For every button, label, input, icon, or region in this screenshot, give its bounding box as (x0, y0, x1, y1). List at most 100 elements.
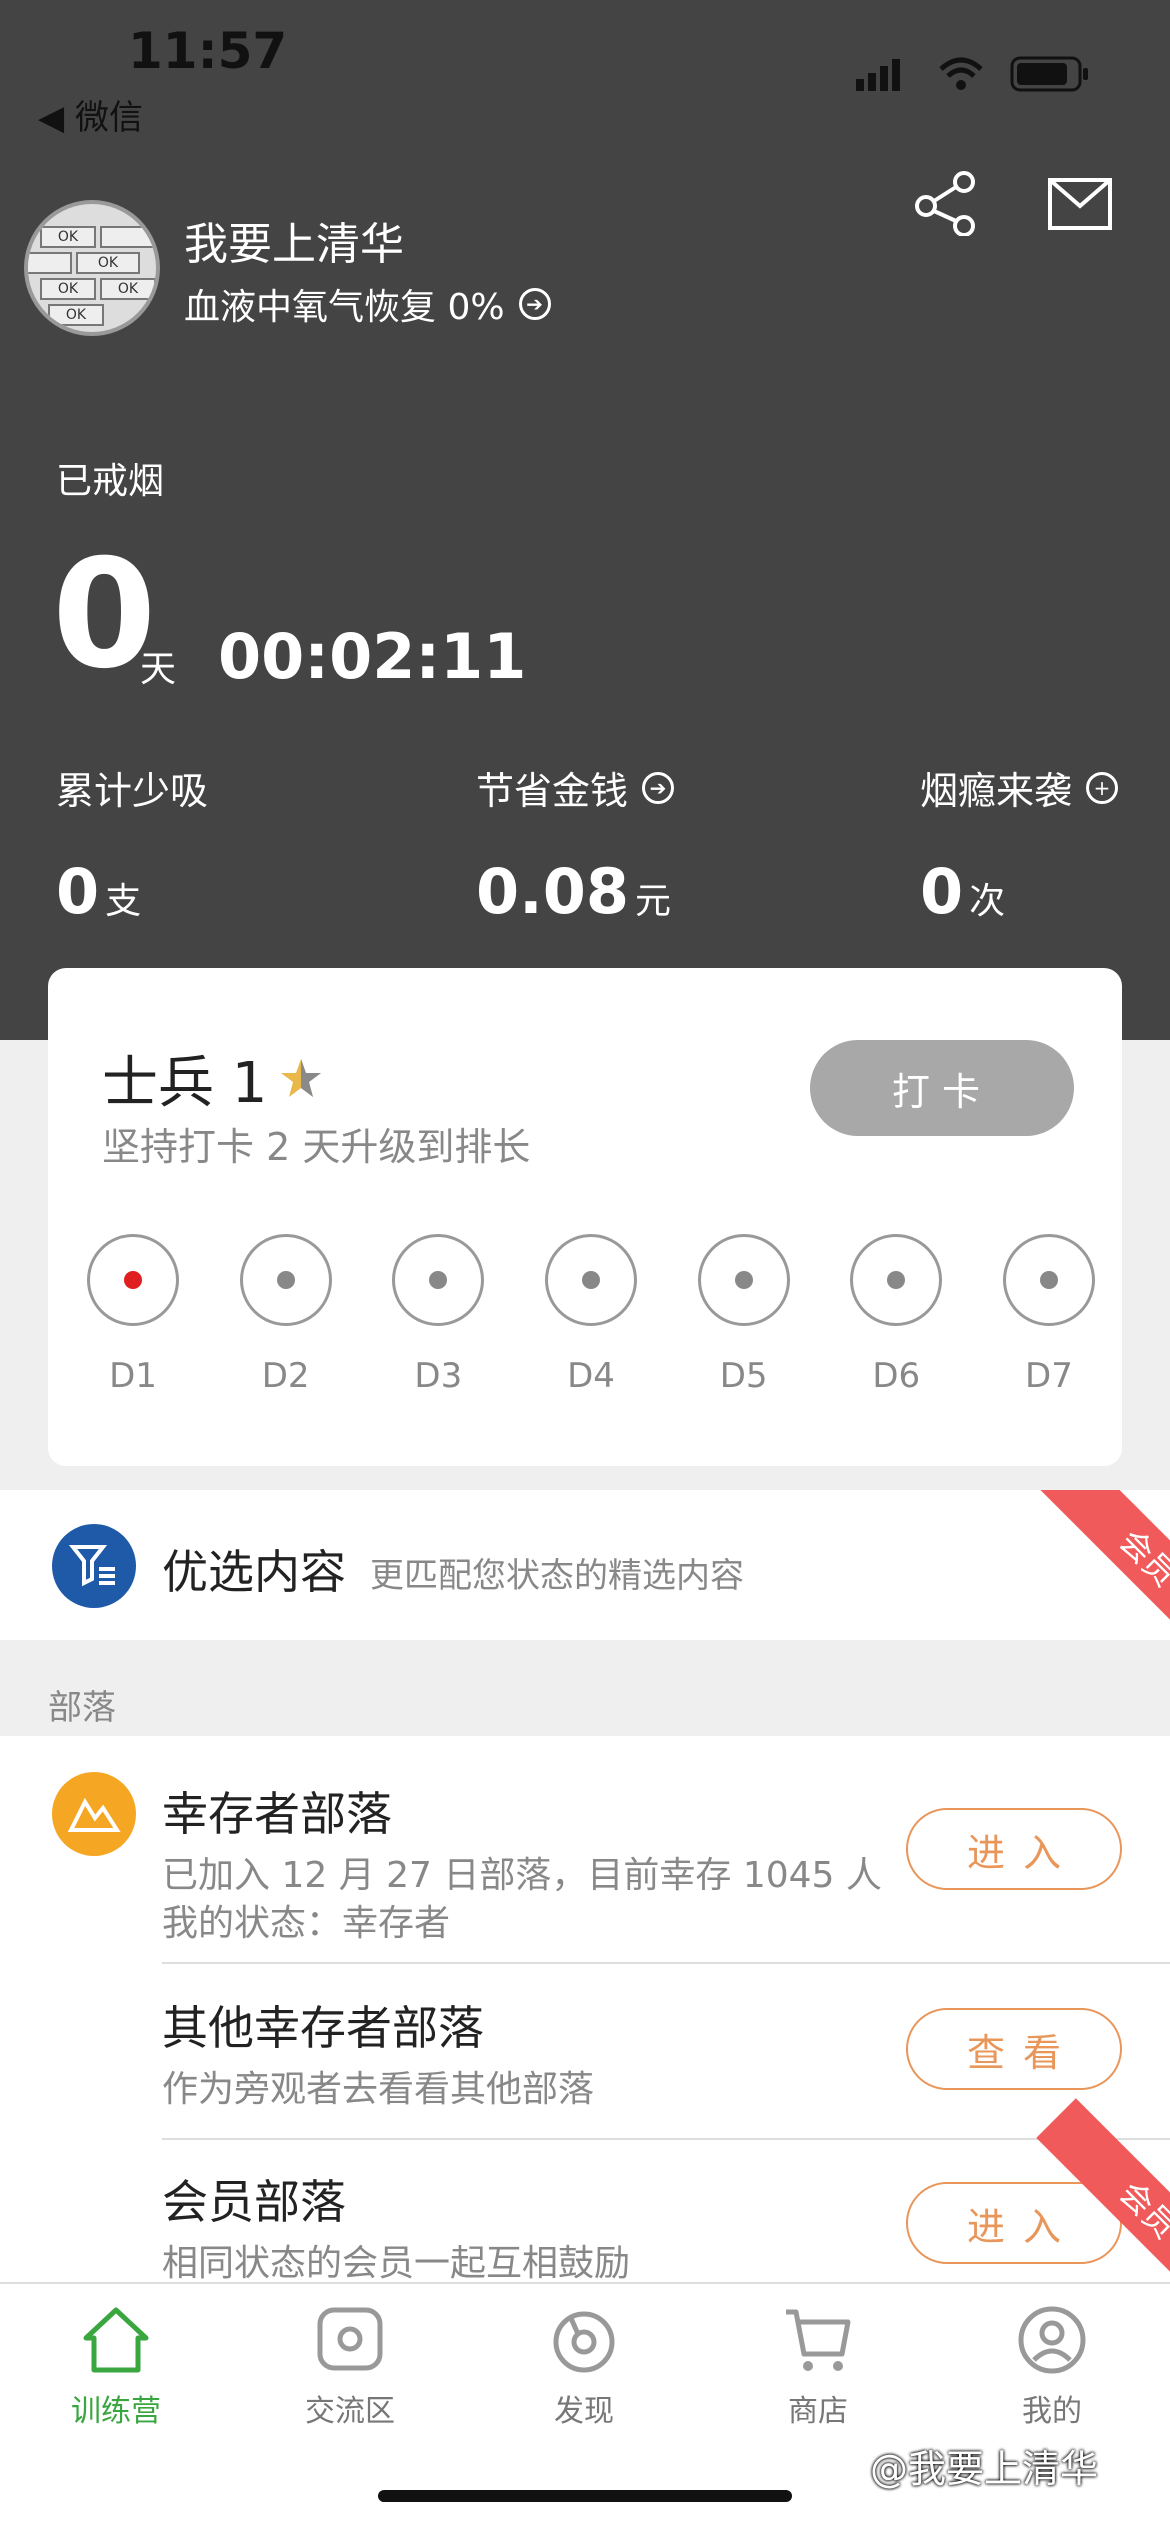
arrow-right-icon: ➔ (642, 771, 675, 804)
day-item: D5 (697, 1234, 791, 1396)
dot-icon (734, 1271, 753, 1289)
day-label: D4 (567, 1356, 615, 1396)
tab-store[interactable]: 商店 (728, 2304, 908, 2430)
quit-label: 已戒烟 (56, 461, 165, 502)
dot-icon (429, 1271, 448, 1289)
dot-icon (581, 1271, 600, 1289)
nickname: 我要上清华 (184, 219, 404, 270)
rank-title: 士兵 1 (102, 1038, 323, 1119)
day-item: D3 (391, 1234, 485, 1396)
status-icons (856, 56, 1090, 92)
day-label: D5 (719, 1356, 768, 1396)
rank-subtitle: 坚持打卡 2 天升级到排长 (102, 1125, 531, 1169)
member-badge: 会员 (1036, 1490, 1170, 1640)
checkin-button[interactable]: 打卡 (810, 1040, 1074, 1136)
avatar[interactable]: OK OK OK OK OK (24, 200, 160, 336)
oxygen-recovery-link[interactable]: 血液中氧气恢复 0% ➔ (184, 278, 551, 330)
stat-value: 0 (56, 855, 100, 928)
day-item: D4 (544, 1234, 638, 1396)
stat-label: 节省金钱 (476, 769, 629, 813)
featured-content-row[interactable]: 优选内容 更匹配您状态的精选内容 会员 (0, 1490, 1170, 1640)
oxygen-text: 血液中氧气恢复 0% (184, 287, 505, 328)
day-label: D6 (872, 1356, 921, 1396)
filter-icon (52, 1524, 136, 1608)
day-circle (87, 1234, 179, 1326)
dot-icon (276, 1271, 295, 1289)
day-item: D1 (86, 1234, 180, 1396)
cart-icon (786, 2309, 851, 2371)
rank-name: 士兵 1 (102, 1051, 268, 1116)
plus-icon[interactable]: + (1086, 771, 1119, 804)
battery-icon (1010, 56, 1088, 92)
rank-card: 士兵 1 坚持打卡 2 天升级到排长 打卡 D1 D2 D3 D4 D5 D6 … (48, 968, 1122, 1466)
day-circle (697, 1234, 790, 1326)
divider (162, 2138, 1170, 2140)
tab-label: 训练营 (71, 2394, 161, 2429)
quit-timer: 00:02:11 (218, 620, 527, 693)
mountain-icon (52, 1772, 136, 1856)
day-circle (544, 1234, 637, 1326)
tribe-section-header: 部落 (48, 1688, 116, 1728)
enter-member-tribe-button[interactable]: 进入 (906, 2182, 1122, 2264)
featured-subtitle: 更匹配您状态的精选内容 (370, 1556, 744, 1596)
stat-unit: 元 (634, 881, 671, 922)
tab-mine[interactable]: 我的 (962, 2304, 1142, 2430)
tribe-line: 相同状态的会员一起互相鼓励 (162, 2243, 631, 2282)
day-unit: 天 (140, 649, 177, 690)
tribe-title: 幸存者部落 (162, 1787, 392, 1841)
compass-icon (553, 2311, 615, 2373)
stat-label: 累计少吸 (56, 769, 209, 813)
tab-label: 商店 (788, 2394, 848, 2429)
tab-training[interactable]: 训练营 (26, 2304, 206, 2430)
dot-icon (1039, 1271, 1058, 1289)
tribe-line: 作为旁观者去看看其他部落 (162, 2069, 595, 2110)
tab-label: 发现 (554, 2394, 614, 2429)
tab-label: 我的 (1022, 2394, 1082, 2429)
tab-discover[interactable]: 发现 (494, 2304, 674, 2430)
day-circle (1002, 1234, 1095, 1326)
tribe-title: 会员部落 (162, 2175, 346, 2229)
tribe-line: 已加入 12 月 27 日部落，目前幸存 1045 人 (162, 1855, 882, 1896)
day-label: D2 (261, 1356, 310, 1396)
watermark: @我要上清华 (870, 2447, 1099, 2491)
back-to-wechat-link[interactable]: ◀ 微信 (38, 90, 143, 139)
mail-icon[interactable] (1048, 178, 1112, 230)
stat-unit: 次 (969, 881, 1006, 922)
dot-icon (887, 1271, 906, 1289)
share-icon[interactable] (912, 170, 978, 236)
day-circle (392, 1234, 485, 1326)
stat-cigarettes: 累计少吸 0支 (56, 760, 208, 928)
status-time: 11:57 (128, 22, 288, 80)
featured-title: 优选内容 (162, 1545, 346, 1599)
chat-icon (317, 2307, 383, 2371)
home-icon (83, 2307, 149, 2373)
stat-money[interactable]: 节省金钱 ➔ 0.08 元 (476, 760, 675, 928)
day-progress: D1 D2 D3 D4 D5 D6 D7 (86, 1234, 1096, 1396)
home-indicator[interactable] (378, 2490, 792, 2502)
stat-value: 0 (920, 855, 964, 928)
day-label: D7 (1025, 1356, 1073, 1396)
tribe-title: 其他幸存者部落 (162, 2001, 484, 2055)
day-label: D1 (109, 1356, 157, 1396)
day-label: D3 (414, 1356, 463, 1396)
dot-icon (124, 1271, 142, 1289)
wifi-icon (939, 57, 983, 90)
enter-tribe-button[interactable]: 进入 (906, 1808, 1122, 1890)
stat-cravings[interactable]: 烟瘾来袭 + 0次 (920, 760, 1119, 928)
tribe-status: 我的状态：幸存者 (162, 1903, 451, 1944)
stat-value: 0.08 (476, 855, 629, 928)
day-circle (239, 1234, 332, 1326)
stat-unit: 支 (105, 881, 142, 922)
tab-label: 交流区 (305, 2394, 395, 2429)
day-item: D2 (239, 1234, 333, 1396)
stat-label: 烟瘾来袭 (920, 769, 1073, 813)
day-item: D7 (1002, 1234, 1096, 1396)
day-circle (850, 1234, 943, 1326)
signal-icon (856, 59, 900, 91)
divider (162, 1962, 1170, 1964)
view-tribes-button[interactable]: 查看 (906, 2008, 1122, 2090)
day-item: D6 (849, 1234, 943, 1396)
star-icon (281, 1058, 322, 1097)
tab-community[interactable]: 交流区 (260, 2304, 440, 2430)
tribe-list: 幸存者部落 已加入 12 月 27 日部落，目前幸存 1045 人 我的状态：幸… (0, 1736, 1170, 2282)
